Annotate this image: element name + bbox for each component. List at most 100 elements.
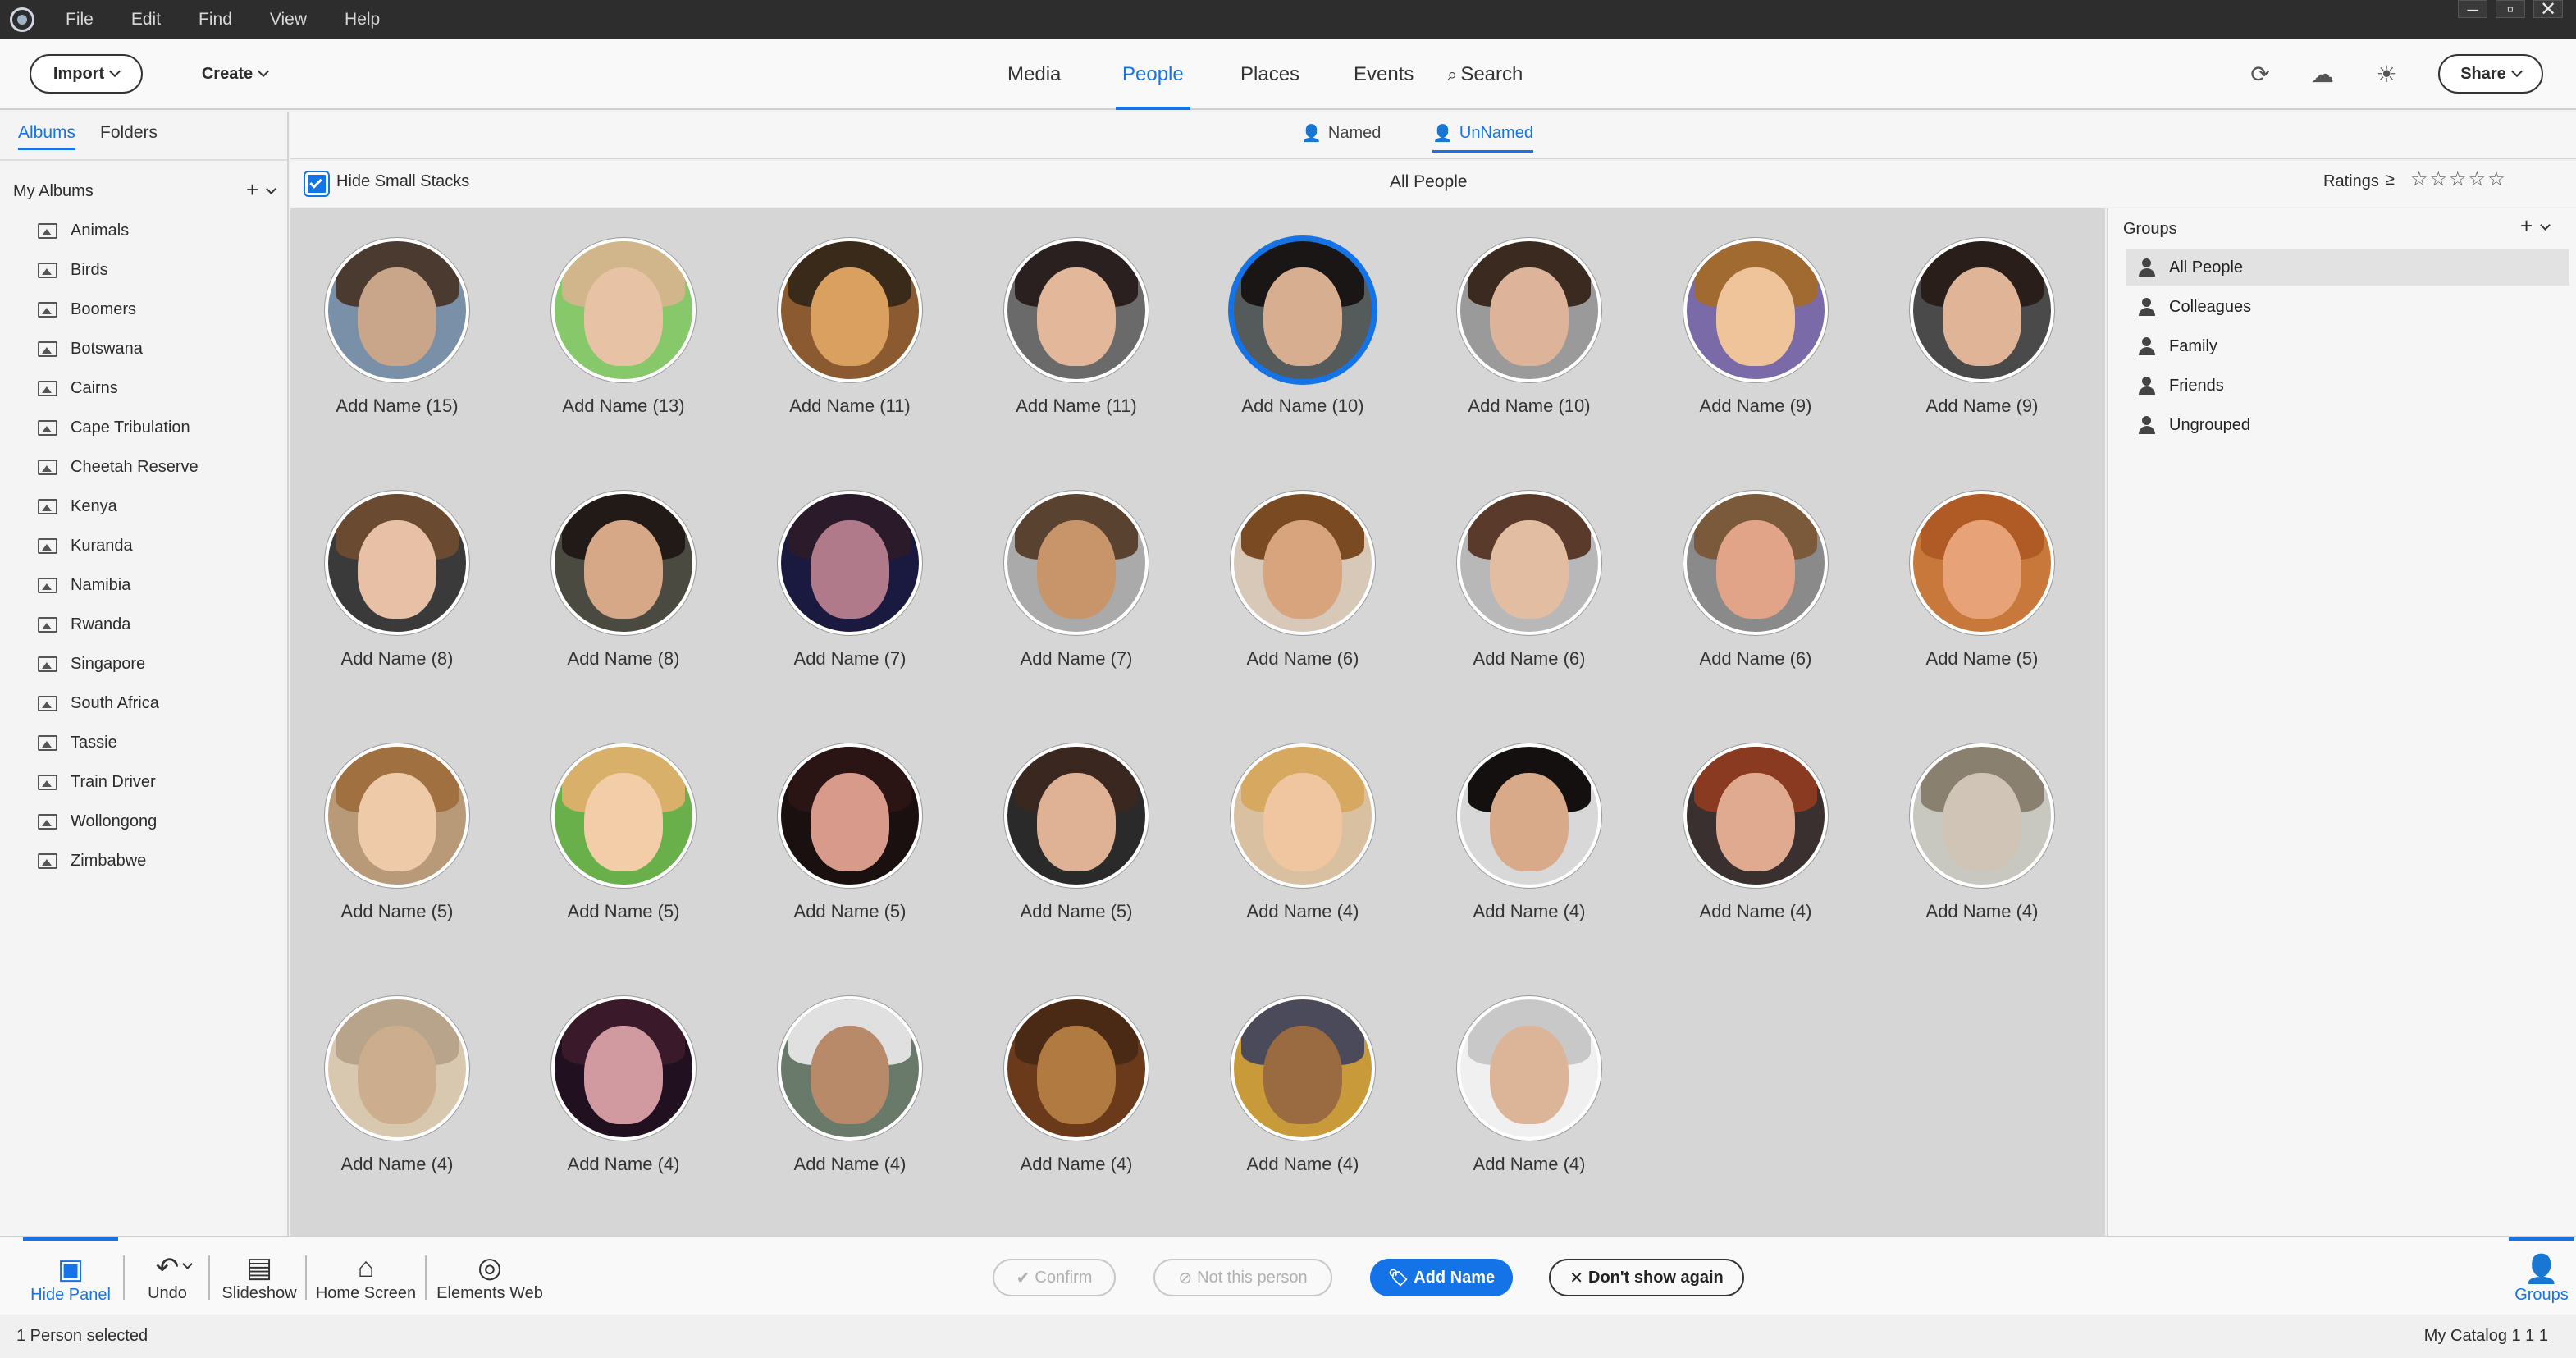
- face-thumbnail[interactable]: [325, 238, 469, 382]
- face-thumbnail[interactable]: [778, 996, 922, 1141]
- hide-small-stacks-checkbox[interactable]: [305, 172, 328, 195]
- face-name-label[interactable]: Add Name (8): [307, 648, 487, 670]
- ratings-operator[interactable]: ≥: [2386, 171, 2395, 190]
- album-item[interactable]: Cairns: [38, 379, 118, 398]
- album-item[interactable]: Wollongong: [38, 812, 157, 831]
- face-name-label[interactable]: Add Name (4): [307, 1154, 487, 1175]
- star-icon[interactable]: ☆: [2430, 168, 2450, 190]
- face-thumbnail[interactable]: [1004, 491, 1149, 635]
- face-name-label[interactable]: Add Name (15): [307, 396, 487, 417]
- album-item[interactable]: Birds: [38, 261, 108, 280]
- import-button[interactable]: Import: [30, 54, 143, 94]
- face-name-label[interactable]: Add Name (5): [533, 901, 714, 922]
- tab-unnamed[interactable]: 👤 UnNamed: [1432, 123, 1533, 153]
- add-group-icon[interactable]: +: [2520, 213, 2533, 239]
- minimize-icon[interactable]: –: [2458, 0, 2487, 20]
- group-item[interactable]: All People: [2126, 249, 2569, 286]
- album-item[interactable]: Singapore: [38, 655, 145, 674]
- face-thumbnail[interactable]: [1910, 238, 2054, 382]
- album-item[interactable]: Cape Tribulation: [38, 418, 190, 437]
- sync-icon[interactable]: ⟳: [2245, 59, 2276, 90]
- face-thumbnail[interactable]: [1457, 743, 1601, 888]
- chevron-down-icon[interactable]: [266, 184, 276, 194]
- album-item[interactable]: Kuranda: [38, 537, 133, 556]
- elements-web-button[interactable]: ◎ Elements Web: [435, 1237, 545, 1316]
- brightness-icon[interactable]: ☀: [2371, 59, 2402, 90]
- hide-panel-button[interactable]: ▣ Hide Panel: [23, 1237, 118, 1316]
- menu-edit[interactable]: Edit: [131, 10, 161, 30]
- face-thumbnail[interactable]: [551, 996, 696, 1141]
- confirm-button[interactable]: ✔ Confirm: [993, 1259, 1116, 1296]
- chevron-down-icon[interactable]: [2540, 220, 2551, 231]
- undo-button[interactable]: ↶ Undo: [138, 1237, 197, 1316]
- face-thumbnail[interactable]: [551, 491, 696, 635]
- face-thumbnail[interactable]: [1004, 238, 1149, 382]
- tab-media[interactable]: Media: [1007, 39, 1061, 110]
- face-name-label[interactable]: Add Name (5): [1892, 648, 2072, 670]
- slideshow-button[interactable]: ▤ Slideshow: [218, 1237, 300, 1316]
- face-name-label[interactable]: Add Name (9): [1892, 396, 2072, 417]
- group-item[interactable]: Friends: [2126, 368, 2569, 404]
- album-item[interactable]: Train Driver: [38, 773, 156, 792]
- face-thumbnail[interactable]: [325, 996, 469, 1141]
- face-name-label[interactable]: Add Name (4): [1892, 901, 2072, 922]
- face-thumbnail[interactable]: [778, 743, 922, 888]
- face-name-label[interactable]: Add Name (10): [1439, 396, 1619, 417]
- face-thumbnail[interactable]: [1457, 238, 1601, 382]
- menu-view[interactable]: View: [270, 10, 307, 30]
- face-name-label[interactable]: Add Name (6): [1665, 648, 1846, 670]
- face-name-label[interactable]: Add Name (4): [1665, 901, 1846, 922]
- face-thumbnail[interactable]: [1004, 743, 1149, 888]
- star-icon[interactable]: ☆: [2487, 168, 2507, 190]
- face-name-label[interactable]: Add Name (4): [760, 1154, 940, 1175]
- face-thumbnail[interactable]: [551, 743, 696, 888]
- album-item[interactable]: Namibia: [38, 576, 130, 595]
- close-icon[interactable]: ✕: [2533, 0, 2563, 20]
- album-item[interactable]: Botswana: [38, 340, 143, 359]
- album-item[interactable]: South Africa: [38, 694, 159, 713]
- face-thumbnail[interactable]: [1910, 491, 2054, 635]
- face-thumbnail[interactable]: [1231, 996, 1375, 1141]
- face-name-label[interactable]: Add Name (5): [307, 901, 487, 922]
- face-name-label[interactable]: Add Name (4): [1439, 901, 1619, 922]
- face-thumbnail[interactable]: [551, 238, 696, 382]
- album-item[interactable]: Tassie: [38, 734, 117, 752]
- face-thumbnail[interactable]: [778, 491, 922, 635]
- album-item[interactable]: Animals: [38, 222, 129, 240]
- face-name-label[interactable]: Add Name (7): [760, 648, 940, 670]
- album-item[interactable]: Kenya: [38, 497, 117, 516]
- menu-file[interactable]: File: [66, 10, 94, 30]
- face-thumbnail[interactable]: [1683, 491, 1828, 635]
- add-album-icon[interactable]: +: [246, 177, 258, 203]
- face-thumbnail[interactable]: [1231, 491, 1375, 635]
- album-item[interactable]: Boomers: [38, 300, 136, 319]
- face-name-label[interactable]: Add Name (4): [1213, 1154, 1393, 1175]
- face-thumbnail[interactable]: [1457, 996, 1601, 1141]
- face-thumbnail[interactable]: [1910, 743, 2054, 888]
- star-icon[interactable]: ☆: [2410, 168, 2430, 190]
- tab-named[interactable]: 👤 Named: [1301, 123, 1381, 150]
- album-item[interactable]: Zimbabwe: [38, 852, 146, 871]
- face-thumbnail[interactable]: [1683, 238, 1828, 382]
- group-item[interactable]: Family: [2126, 328, 2569, 364]
- face-thumbnail[interactable]: [1457, 491, 1601, 635]
- group-item[interactable]: Colleagues: [2126, 289, 2569, 325]
- face-thumbnail[interactable]: [1231, 743, 1375, 888]
- groups-button[interactable]: 👤 Groups: [2509, 1237, 2574, 1316]
- face-thumbnail[interactable]: [1231, 238, 1375, 382]
- face-name-label[interactable]: Add Name (4): [1439, 1154, 1619, 1175]
- face-name-label[interactable]: Add Name (11): [986, 396, 1167, 417]
- not-this-person-button[interactable]: ⊘ Not this person: [1153, 1259, 1332, 1296]
- tab-places[interactable]: Places: [1240, 39, 1299, 110]
- maximize-icon[interactable]: ▫: [2496, 0, 2525, 20]
- face-name-label[interactable]: Add Name (5): [760, 901, 940, 922]
- home-screen-button[interactable]: ⌂ Home Screen: [315, 1237, 417, 1316]
- rating-stars[interactable]: ☆☆☆☆☆: [2410, 167, 2507, 191]
- face-thumbnail[interactable]: [778, 238, 922, 382]
- face-name-label[interactable]: Add Name (10): [1213, 396, 1393, 417]
- face-name-label[interactable]: Add Name (8): [533, 648, 714, 670]
- add-name-button[interactable]: 🏷 Add Name: [1370, 1259, 1513, 1296]
- menu-find[interactable]: Find: [199, 10, 232, 30]
- star-icon[interactable]: ☆: [2449, 168, 2469, 190]
- face-thumbnail[interactable]: [1004, 996, 1149, 1141]
